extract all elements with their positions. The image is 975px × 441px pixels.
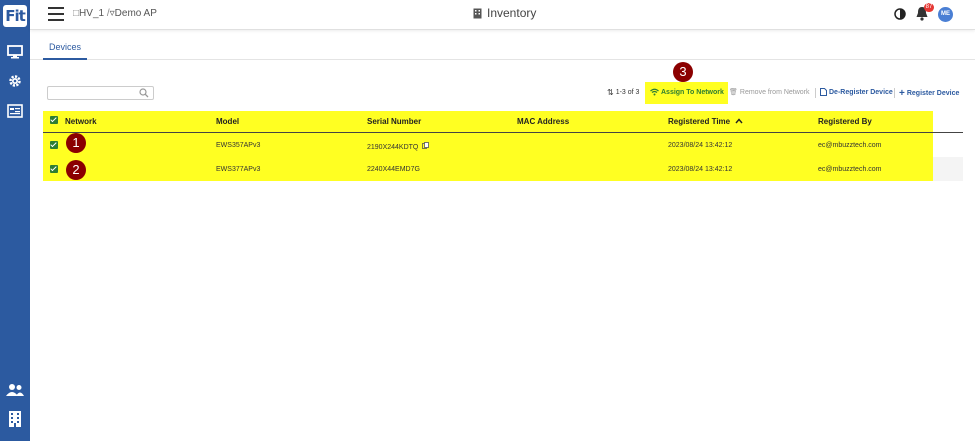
- tab-bar: Devices: [30, 38, 975, 60]
- search-icon[interactable]: [139, 88, 149, 98]
- row-highlight: [43, 111, 933, 132]
- top-bar: □HV_1 /▿Demo AP Inventory 87 ME: [30, 0, 975, 30]
- record-count: ⇅ 1-3 of 3: [607, 88, 639, 97]
- page-title-text: Inventory: [487, 6, 537, 20]
- cell-serial: 2190X244KDTQ: [367, 142, 430, 151]
- app-logo: Fit: [3, 5, 27, 27]
- plus-icon: +: [899, 88, 905, 99]
- sidebar: Fit: [0, 0, 30, 441]
- callout-2: 2: [66, 160, 86, 180]
- table-row[interactable]: EWS357APv3 2190X244KDTQ 2023/08/24 13:42…: [43, 133, 963, 157]
- breadcrumb-site[interactable]: HV_1: [79, 8, 104, 19]
- cell-registered-time: 2023/08/24 13:42:12: [668, 142, 733, 149]
- gear-icon[interactable]: [5, 71, 25, 91]
- callout-3: 3: [673, 62, 693, 82]
- theme-toggle-icon[interactable]: [894, 8, 906, 20]
- remove-from-network-label: Remove from Network: [739, 88, 810, 96]
- column-header-mac[interactable]: MAC Address: [517, 117, 569, 126]
- breadcrumb-network[interactable]: Demo AP: [115, 8, 157, 19]
- sort-ascending-icon[interactable]: [735, 118, 743, 124]
- users-icon[interactable]: [5, 380, 25, 400]
- toolbar-divider: [815, 88, 816, 98]
- table-row[interactable]: EWS377APv3 2240X44EMD7G 2023/08/24 13:42…: [43, 157, 963, 181]
- cell-model: EWS357APv3: [216, 142, 261, 149]
- column-header-serial[interactable]: Serial Number: [367, 117, 421, 126]
- deregister-device-label: De-Register Device: [829, 88, 893, 96]
- deregister-device-button[interactable]: De-Register Device: [820, 88, 893, 96]
- column-header-registered-time[interactable]: Registered Time: [668, 117, 743, 126]
- cell-serial: 2240X44EMD7G: [367, 166, 420, 173]
- document-icon: [820, 88, 827, 96]
- callout-1: 1: [66, 133, 86, 153]
- assign-to-network-button[interactable]: Assign To Network: [650, 88, 724, 96]
- wifi-icon: [650, 88, 659, 96]
- monitor-icon[interactable]: [5, 42, 25, 62]
- hamburger-menu-icon[interactable]: [48, 7, 64, 21]
- sort-icon[interactable]: ⇅: [607, 88, 614, 97]
- list-icon[interactable]: [5, 101, 25, 121]
- row-checkbox[interactable]: [50, 141, 58, 149]
- trash-icon: 🗑: [729, 89, 738, 96]
- row-highlight: [43, 157, 933, 181]
- building-icon[interactable]: [5, 409, 25, 429]
- record-count-text: 1-3 of 3: [615, 89, 640, 96]
- row-highlight: [43, 133, 933, 157]
- cell-registered-time: 2023/08/24 13:42:12: [668, 166, 733, 173]
- search-box: [47, 86, 154, 105]
- assign-to-network-label: Assign To Network: [661, 88, 724, 96]
- column-header-registered-by[interactable]: Registered By: [818, 117, 872, 126]
- notification-count-badge: 87: [924, 3, 934, 12]
- page-title: Inventory: [473, 6, 536, 20]
- cell-registered-by: ec@mbuzztech.com: [818, 142, 882, 149]
- serial-text: 2190X244KDTQ: [367, 144, 419, 151]
- row-checkbox[interactable]: [50, 165, 58, 173]
- user-avatar[interactable]: ME: [938, 6, 953, 22]
- toolbar-divider: [894, 88, 895, 98]
- cell-model: EWS377APv3: [216, 166, 261, 173]
- select-all-checkbox[interactable]: [50, 116, 58, 124]
- tab-devices[interactable]: Devices: [43, 38, 88, 60]
- building-icon: [473, 8, 482, 18]
- register-device-label: Register Device: [906, 90, 960, 97]
- cell-registered-by: ec@mbuzztech.com: [818, 166, 882, 173]
- registered-time-label: Registered Time: [668, 117, 731, 126]
- breadcrumb: □HV_1 /▿Demo AP: [73, 8, 157, 19]
- copy-icon[interactable]: [422, 142, 430, 149]
- search-input[interactable]: [48, 92, 138, 105]
- notifications-bell-icon[interactable]: 87: [915, 3, 934, 22]
- register-device-button[interactable]: + Register Device: [899, 88, 959, 99]
- column-header-model[interactable]: Model: [216, 117, 239, 126]
- column-header-network[interactable]: Network: [65, 117, 97, 126]
- remove-from-network-button[interactable]: 🗑 Remove from Network: [729, 88, 810, 97]
- table-header-row: Network Model Serial Number MAC Address …: [43, 111, 963, 132]
